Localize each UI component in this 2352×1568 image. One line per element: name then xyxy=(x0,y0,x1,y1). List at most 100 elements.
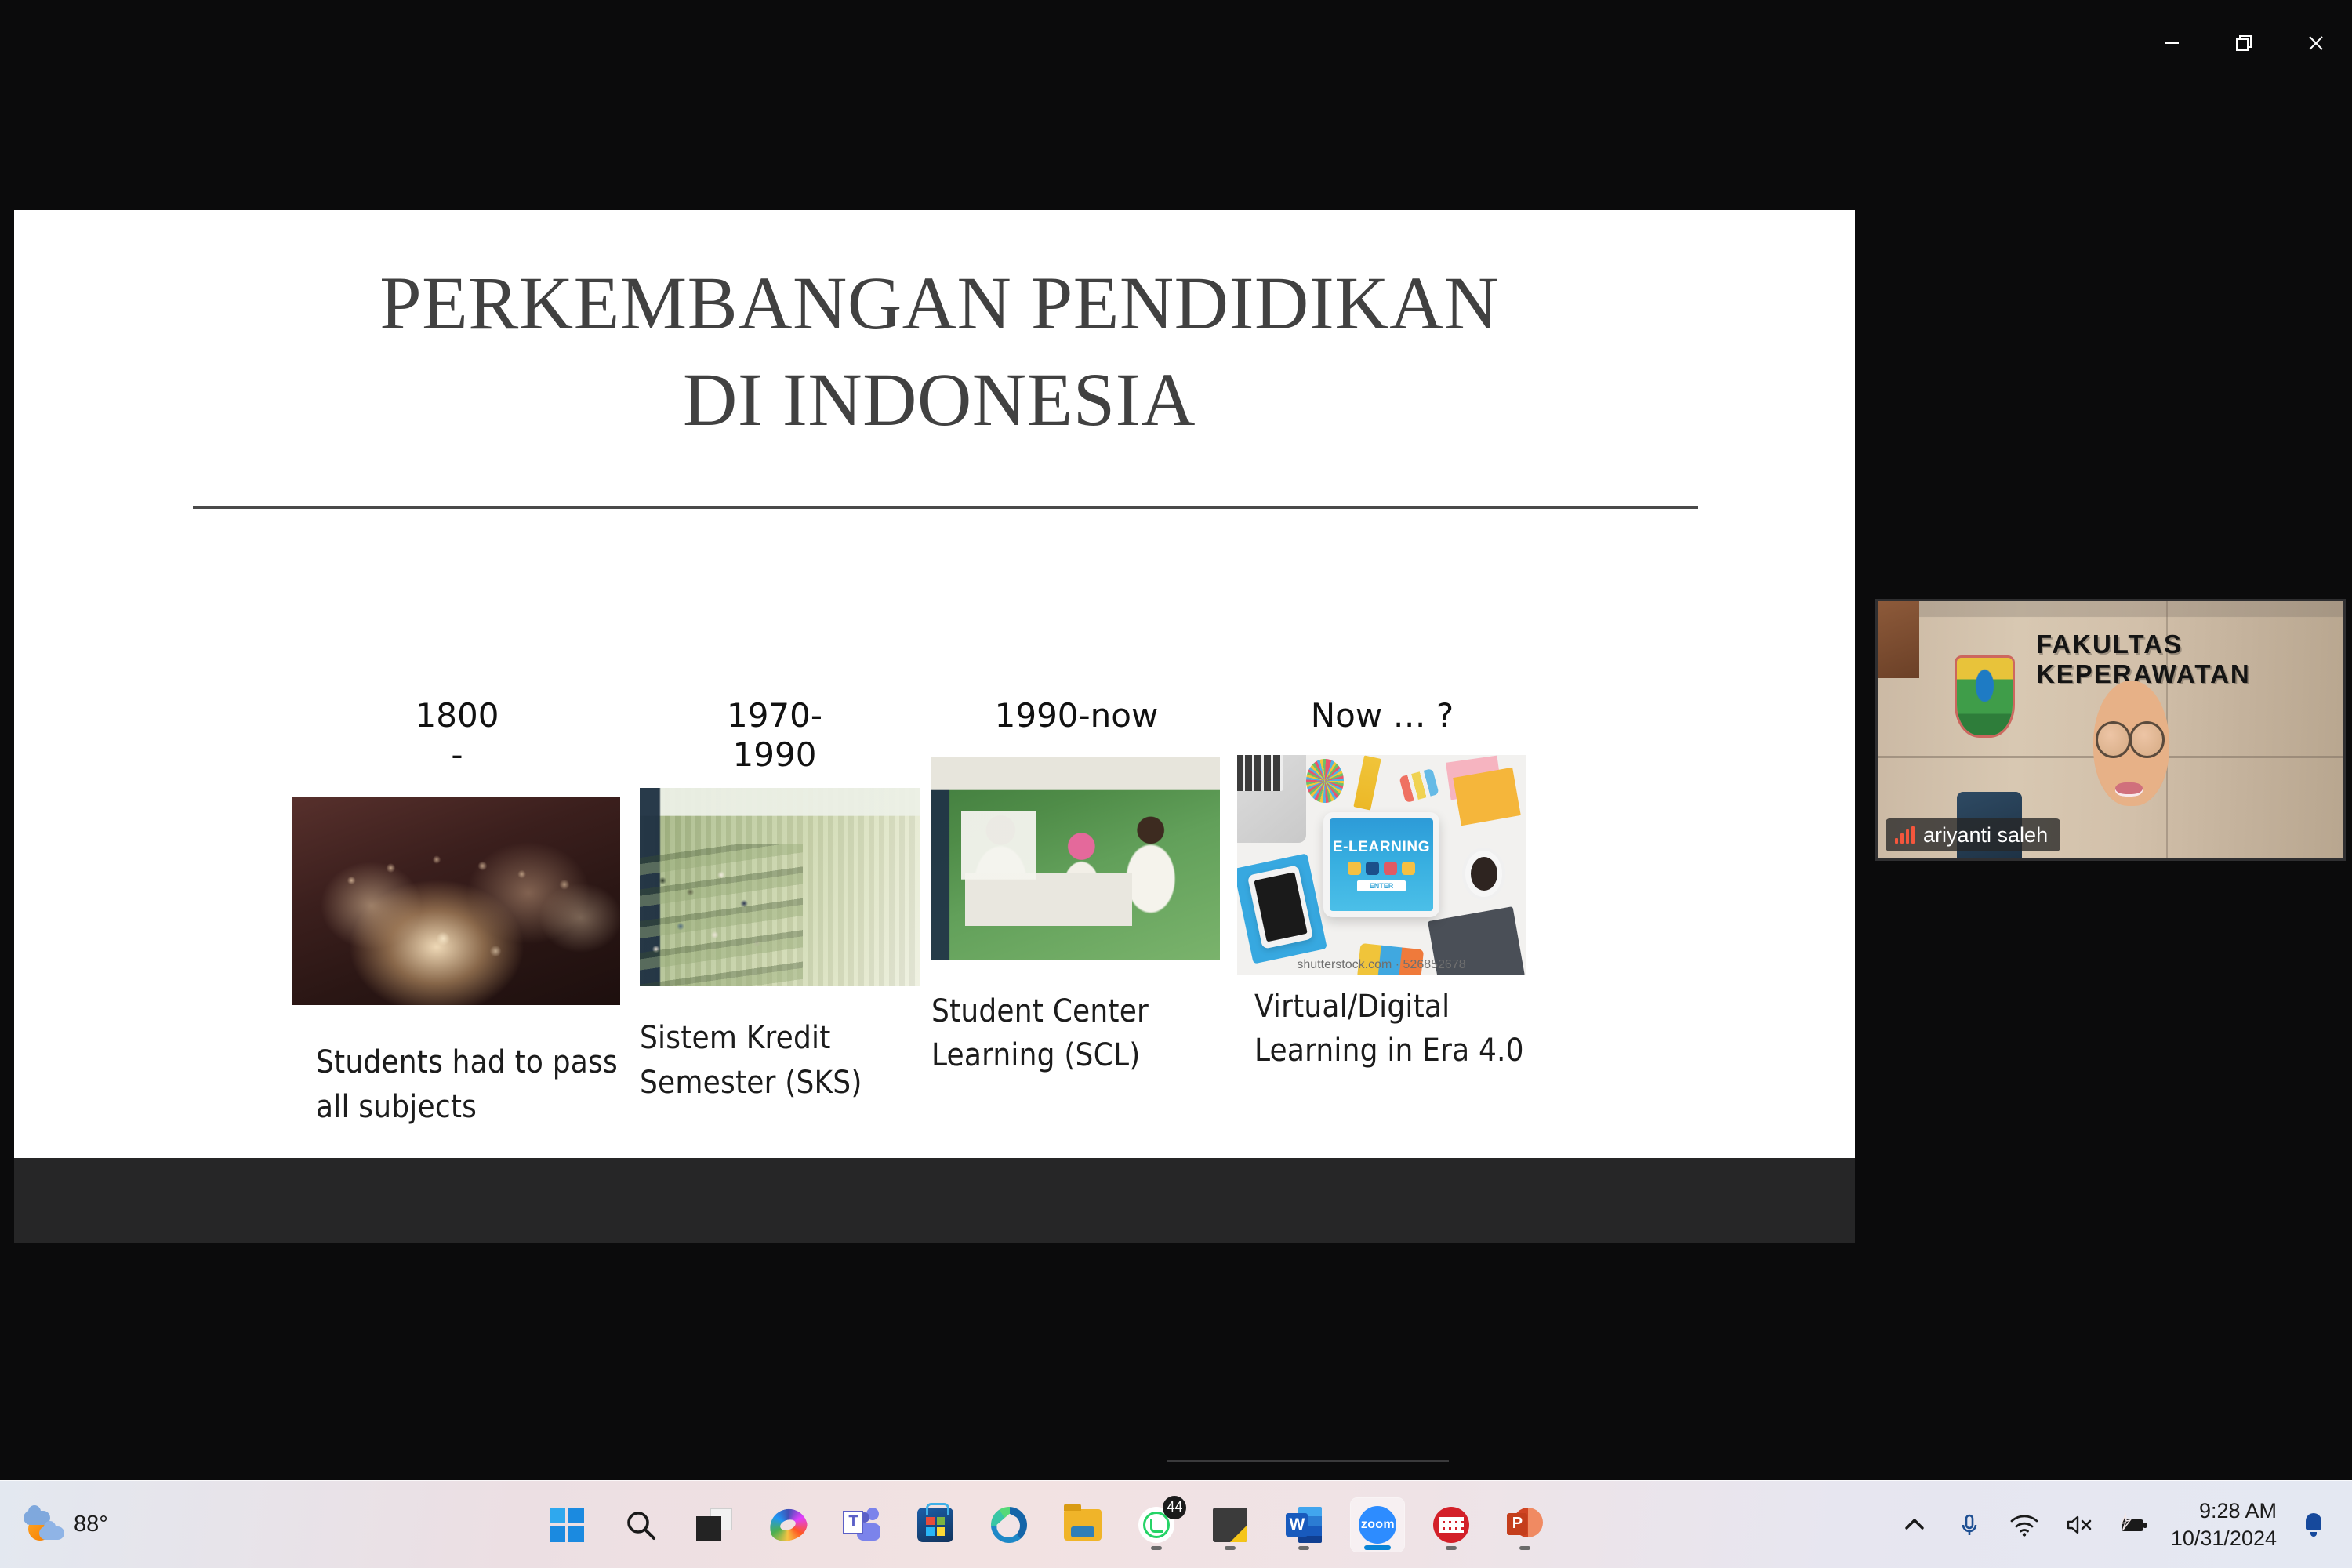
timeline: 1800 - Students had to pass all subjects… xyxy=(273,696,1590,1125)
participant-name-badge: ariyanti saleh xyxy=(1886,818,2061,851)
elearning-enter-button: ENTER xyxy=(1356,880,1406,891)
participant-name: ariyanti saleh xyxy=(1923,822,2049,847)
timeline-image-historic-painting xyxy=(292,797,620,1006)
network-button[interactable] xyxy=(2006,1507,2042,1543)
windows-start-icon xyxy=(550,1507,585,1542)
page-title: PERKEMBANGAN PENDIDIKAN DI INDONESIA xyxy=(202,256,1676,448)
taskbar-item-keyboard-app[interactable] xyxy=(1425,1498,1478,1552)
wall-panel xyxy=(1878,601,1920,679)
restore-button[interactable] xyxy=(2208,0,2280,86)
taskbar-item-zoom[interactable]: zoom xyxy=(1351,1497,1405,1552)
volume-button[interactable] xyxy=(2061,1507,2097,1543)
yarn-ball-prop xyxy=(1306,759,1345,804)
close-button[interactable] xyxy=(2280,0,2352,86)
restore-icon xyxy=(2236,35,2252,51)
word-icon: W xyxy=(1286,1506,1323,1543)
coffee-mug-prop xyxy=(1462,847,1506,900)
taskbar-item-task-view[interactable] xyxy=(688,1498,741,1552)
taskbar-item-teams[interactable]: T xyxy=(835,1498,888,1552)
orange-note-prop xyxy=(1452,767,1521,826)
ruler-prop xyxy=(1352,755,1381,811)
minimize-button[interactable] xyxy=(2136,0,2208,86)
audio-level-icon xyxy=(1895,826,1915,844)
taskbar: 88° T 44 W zoom P 9:28 AM 10/31/2024 xyxy=(0,1480,2352,1568)
university-emblem xyxy=(1956,658,2013,735)
timeline-period-label: 1970- 1990 xyxy=(726,696,823,774)
battery-button[interactable] xyxy=(2116,1507,2152,1543)
timeline-caption: Students had to pass all subjects xyxy=(316,1044,618,1125)
taskbar-item-start[interactable] xyxy=(540,1498,593,1552)
timeline-image-nursing-lab xyxy=(931,757,1220,960)
timeline-caption: Sistem Kredit Semester (SKS) xyxy=(640,1020,862,1101)
taskbar-item-copilot[interactable] xyxy=(761,1498,815,1552)
teams-icon: T xyxy=(843,1507,881,1542)
taskbar-item-store[interactable] xyxy=(909,1498,962,1552)
weather-widget[interactable]: 88° xyxy=(24,1504,196,1544)
taskbar-item-file-explorer[interactable] xyxy=(1056,1498,1109,1552)
running-indicator xyxy=(1519,1545,1531,1550)
system-tray: 9:28 AM 10/31/2024 xyxy=(1896,1497,2332,1552)
taskbar-item-word[interactable]: W xyxy=(1277,1498,1330,1552)
timeline-period-label: 1990-now xyxy=(994,696,1159,735)
stock-watermark: shutterstock.com · 526852678 xyxy=(1297,957,1466,971)
timeline-caption: Student Center Learning (SCL) xyxy=(931,993,1149,1074)
minimize-icon xyxy=(2165,42,2179,44)
show-hidden-icons-button[interactable] xyxy=(1896,1507,1933,1543)
page-title-line-2: DI INDONESIA xyxy=(683,357,1196,441)
window-controls xyxy=(2136,0,2352,86)
timeline-item-now: Now … ? E-LEARNING ENTER shutterstock.co… xyxy=(1237,696,1527,1073)
search-icon xyxy=(627,1511,656,1540)
microsoft-store-icon xyxy=(917,1502,954,1542)
taskbar-item-sticky-notes[interactable] xyxy=(1203,1498,1257,1552)
timeline-period-label: Now … ? xyxy=(1310,696,1454,735)
zoom-icon: zoom xyxy=(1359,1505,1397,1544)
desktop-root: PERKEMBANGAN PENDIDIKAN DI INDONESIA 180… xyxy=(0,0,2352,1568)
taskbar-item-powerpoint[interactable]: P xyxy=(1498,1498,1552,1552)
timeline-item-1970-1990: 1970- 1990 Sistem Kredit Semester (SKS) xyxy=(633,696,920,1105)
timeline-item-1990-now: 1990-now Student Center Learning (SCL) xyxy=(931,696,1221,1078)
screen-share-indicator xyxy=(1167,1460,1449,1462)
microphone-icon xyxy=(1962,1514,1977,1535)
whatsapp-unread-badge: 44 xyxy=(1163,1495,1187,1519)
notifications-button[interactable] xyxy=(2296,1507,2332,1543)
running-indicator xyxy=(1151,1545,1163,1550)
weather-temperature: 88° xyxy=(74,1512,108,1537)
microphone-button[interactable] xyxy=(1951,1507,1987,1543)
running-indicator xyxy=(1298,1545,1310,1550)
chevron-up-icon xyxy=(1905,1518,1924,1530)
task-view-icon xyxy=(696,1508,733,1541)
timeline-item-1800: 1800 - Students had to pass all subjects xyxy=(292,696,622,1130)
keyboard-icon xyxy=(1433,1506,1470,1543)
edge-icon xyxy=(991,1506,1028,1543)
taskbar-apps: T 44 W zoom P xyxy=(196,1495,1896,1552)
eyeglasses xyxy=(2095,721,2165,758)
elearning-screen-icons xyxy=(1347,861,1415,875)
battery-charging-icon xyxy=(2120,1512,2147,1531)
video-tile-participant[interactable]: FAKULTAS KEPERAWATAN ariyanti saleh xyxy=(1875,599,2346,861)
gear-icon xyxy=(1347,861,1361,875)
partly-cloudy-icon xyxy=(24,1504,66,1544)
powerpoint-icon: P xyxy=(1507,1507,1544,1543)
close-icon xyxy=(2309,36,2323,50)
taskbar-item-whatsapp[interactable]: 44 xyxy=(1130,1495,1187,1552)
folder-icon xyxy=(1064,1503,1102,1541)
bell-icon xyxy=(2303,1512,2324,1537)
mouth xyxy=(2115,782,2143,797)
tablet-prop: E-LEARNING ENTER xyxy=(1323,811,1439,918)
document-icon xyxy=(1383,861,1397,875)
paperclips-prop xyxy=(1399,768,1439,803)
search-icon xyxy=(1401,861,1415,875)
shared-screen-frame[interactable]: PERKEMBANGAN PENDIDIKAN DI INDONESIA 180… xyxy=(14,210,1855,1243)
active-indicator xyxy=(1364,1544,1392,1550)
elearning-screen-title: E-LEARNING xyxy=(1332,838,1431,855)
presentation-slide: PERKEMBANGAN PENDIDIKAN DI INDONESIA 180… xyxy=(14,210,1855,1158)
slide-footer-bar xyxy=(14,1158,1855,1243)
running-indicator xyxy=(1446,1545,1457,1550)
laptop-prop xyxy=(1237,754,1307,843)
taskbar-item-search[interactable] xyxy=(614,1498,667,1552)
clock[interactable]: 9:28 AM 10/31/2024 xyxy=(2171,1497,2277,1552)
copilot-icon xyxy=(765,1504,811,1545)
speaker-muted-icon xyxy=(2067,1515,2092,1534)
title-divider xyxy=(193,506,1698,509)
taskbar-item-edge[interactable] xyxy=(982,1498,1036,1552)
